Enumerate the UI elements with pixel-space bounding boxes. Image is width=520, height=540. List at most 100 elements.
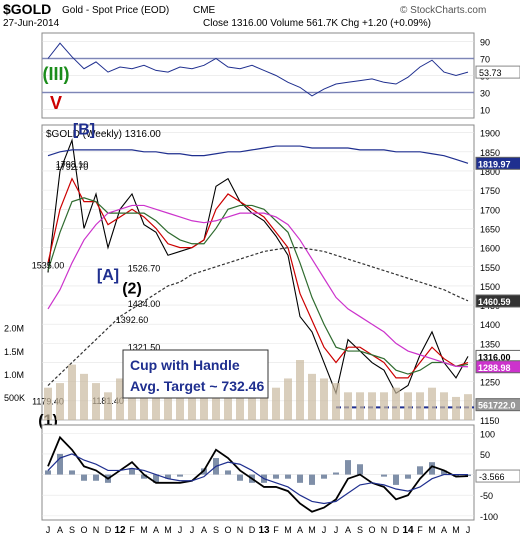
x-tick-label: A xyxy=(57,525,63,535)
macd-histogram-bar xyxy=(309,474,315,485)
macd-histogram-bar xyxy=(237,474,243,481)
volume-tick-label: 1.0M xyxy=(4,370,24,380)
macd-histogram-bar xyxy=(345,460,351,475)
note-line-2: Avg. Target ~ 732.46 xyxy=(130,378,264,394)
x-tick-label: N xyxy=(93,525,100,535)
volume-bar xyxy=(284,378,292,420)
x-tick-label: J xyxy=(322,525,327,535)
volume-bar xyxy=(356,392,364,420)
volume-tick-label: 2.0M xyxy=(4,324,24,334)
volume-bar xyxy=(92,383,100,420)
stats-label: Close 1316.00 Volume 561.7K Chg +1.20 (+… xyxy=(203,18,431,29)
macd-tick-label: -100 xyxy=(480,512,498,522)
x-tick-label: J xyxy=(190,525,195,535)
macd-panel: -100-50050100-3.566JASOND12FMAMJJASOND13… xyxy=(41,424,520,536)
x-tick-label: M xyxy=(452,525,460,535)
volume-bar xyxy=(392,387,400,420)
watermark: © StockCharts.com xyxy=(400,5,486,16)
rsi-tick-label: 70 xyxy=(480,55,490,65)
x-tick-label: J xyxy=(46,525,51,535)
macd-histogram-bar xyxy=(381,474,387,477)
x-tick-label: F xyxy=(129,525,135,535)
x-tick-label: M xyxy=(164,525,172,535)
macd-histogram-bar xyxy=(321,474,327,479)
macd-histogram-bar xyxy=(405,474,411,479)
price-tick-label: 1700 xyxy=(480,205,500,215)
exchange-label: CME xyxy=(193,5,216,16)
x-tick-label: O xyxy=(80,525,87,535)
stock-chart: $GOLD Gold - Spot Price (EOD) CME © Stoc… xyxy=(3,1,520,536)
date-label: 27-Jun-2014 xyxy=(3,18,60,29)
volume-bar xyxy=(44,387,52,420)
x-tick-label: 14 xyxy=(402,525,414,536)
x-tick-label: A xyxy=(153,525,159,535)
x-tick-label: M xyxy=(284,525,292,535)
macd-last-value: -3.566 xyxy=(479,472,505,482)
volume-bar xyxy=(320,378,328,420)
volume-bar xyxy=(452,396,460,420)
price-tick-label: 1600 xyxy=(480,244,500,254)
x-tick-label: S xyxy=(357,525,363,535)
volume-bar xyxy=(368,392,376,420)
price-annotation: 1434.00 xyxy=(128,299,161,309)
volume-bar xyxy=(404,392,412,420)
volume-bar xyxy=(464,394,472,420)
volume-tick-label: 500K xyxy=(4,393,25,403)
macd-histogram-bar xyxy=(69,470,75,475)
x-tick-label: A xyxy=(441,525,447,535)
x-tick-label: S xyxy=(213,525,219,535)
volume-bar xyxy=(416,392,424,420)
volume-bar xyxy=(56,383,64,420)
price-tick-label: 1550 xyxy=(480,263,500,273)
price-tick-label: 1650 xyxy=(480,224,500,234)
price-tick-label: 1400 xyxy=(480,320,500,330)
price-tick-label: 1750 xyxy=(480,186,500,196)
volume-bar xyxy=(68,364,76,420)
rsi-tick-label: 30 xyxy=(480,89,490,99)
x-tick-label: D xyxy=(105,525,112,535)
macd-tick-label: 50 xyxy=(480,450,490,460)
x-tick-label: F xyxy=(417,525,423,535)
wave-label: [A] xyxy=(97,267,119,284)
macd-histogram-bar xyxy=(333,472,339,475)
x-tick-label: 12 xyxy=(114,525,126,536)
price-tick-label: 1900 xyxy=(480,129,500,139)
price-panel-title: $GOLD (Weekly) 1316.00 xyxy=(46,129,161,140)
price-tick-label: 1250 xyxy=(480,378,500,388)
symbol-name: Gold - Spot Price (EOD) xyxy=(62,5,169,16)
volume-bar xyxy=(80,373,88,420)
x-tick-label: A xyxy=(345,525,351,535)
x-tick-label: M xyxy=(428,525,436,535)
volume-bar xyxy=(380,392,388,420)
rsi-tick-label: 10 xyxy=(480,106,490,116)
x-tick-label: S xyxy=(69,525,75,535)
cup-handle-note: Cup with Handle Avg. Target ~ 732.46 xyxy=(122,349,269,399)
right-value-label: 1288.98 xyxy=(478,363,511,373)
volume-bar xyxy=(344,392,352,420)
x-tick-label: J xyxy=(178,525,183,535)
price-panel: 1150120012501300135014001450150015501600… xyxy=(32,122,520,430)
x-tick-label: J xyxy=(466,525,471,535)
x-tick-label: N xyxy=(237,525,244,535)
x-tick-label: 13 xyxy=(258,525,270,536)
macd-histogram-bar xyxy=(285,474,291,479)
macd-histogram-bar xyxy=(297,474,303,483)
volume-bar xyxy=(296,360,304,420)
volume-bar xyxy=(428,387,436,420)
wave-label-v: V xyxy=(50,93,62,113)
price-tick-label: 1500 xyxy=(480,282,500,292)
right-value-label: 561722.0 xyxy=(478,401,516,411)
x-tick-label: F xyxy=(273,525,279,535)
macd-histogram-bar xyxy=(93,474,99,481)
macd-histogram-bar xyxy=(417,466,423,475)
macd-histogram-bar xyxy=(273,474,279,479)
x-tick-label: J xyxy=(334,525,339,535)
x-tick-label: M xyxy=(140,525,148,535)
price-tick-label: 1350 xyxy=(480,339,500,349)
wave-label: [B] xyxy=(73,122,95,139)
x-tick-label: D xyxy=(249,525,256,535)
price-annotation: 1526.70 xyxy=(128,264,161,274)
volume-bar xyxy=(332,383,340,420)
price-annotation: 1798.10 xyxy=(56,160,89,170)
volume-bar xyxy=(272,387,280,420)
